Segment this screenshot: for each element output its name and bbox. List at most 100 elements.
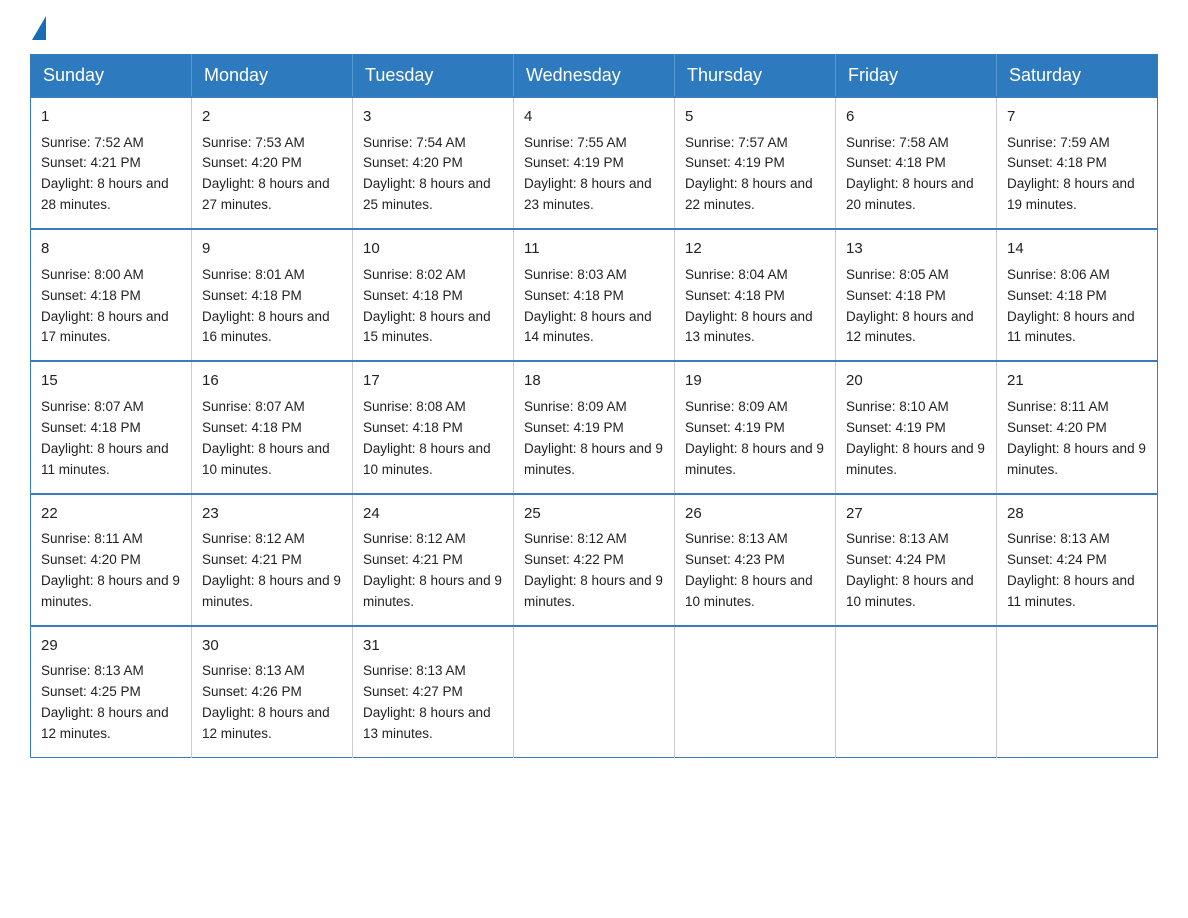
day-number: 23	[202, 503, 342, 526]
calendar-cell: 29 Sunrise: 8:13 AMSunset: 4:25 PMDayligh…	[31, 626, 192, 758]
day-info: Sunrise: 8:03 AMSunset: 4:18 PMDaylight:…	[524, 265, 664, 349]
calendar-cell: 13 Sunrise: 8:05 AMSunset: 4:18 PMDayligh…	[836, 229, 997, 361]
day-info: Sunrise: 7:59 AMSunset: 4:18 PMDaylight:…	[1007, 133, 1147, 217]
day-number: 2	[202, 106, 342, 129]
day-number: 31	[363, 635, 503, 658]
calendar-cell: 1 Sunrise: 7:52 AMSunset: 4:21 PMDaylight…	[31, 97, 192, 229]
day-info: Sunrise: 8:07 AMSunset: 4:18 PMDaylight:…	[41, 397, 181, 481]
day-info: Sunrise: 8:12 AMSunset: 4:22 PMDaylight:…	[524, 529, 664, 613]
day-info: Sunrise: 8:12 AMSunset: 4:21 PMDaylight:…	[202, 529, 342, 613]
calendar-week-row: 1 Sunrise: 7:52 AMSunset: 4:21 PMDaylight…	[31, 97, 1158, 229]
day-info: Sunrise: 8:02 AMSunset: 4:18 PMDaylight:…	[363, 265, 503, 349]
day-info: Sunrise: 8:11 AMSunset: 4:20 PMDaylight:…	[1007, 397, 1147, 481]
calendar-cell: 27 Sunrise: 8:13 AMSunset: 4:24 PMDayligh…	[836, 494, 997, 626]
day-info: Sunrise: 8:13 AMSunset: 4:24 PMDaylight:…	[846, 529, 986, 613]
calendar-week-row: 15 Sunrise: 8:07 AMSunset: 4:18 PMDayligh…	[31, 361, 1158, 493]
calendar-cell: 30Sunrise: 8:13 AMSunset: 4:26 PMDayligh…	[192, 626, 353, 758]
day-number: 3	[363, 106, 503, 129]
calendar-cell: 7 Sunrise: 7:59 AMSunset: 4:18 PMDaylight…	[997, 97, 1158, 229]
calendar-cell: 26 Sunrise: 8:13 AMSunset: 4:23 PMDayligh…	[675, 494, 836, 626]
weekday-header-sunday: Sunday	[31, 55, 192, 98]
day-number: 19	[685, 370, 825, 393]
day-info: Sunrise: 7:54 AMSunset: 4:20 PMDaylight:…	[363, 133, 503, 217]
day-info: Sunrise: 8:05 AMSunset: 4:18 PMDaylight:…	[846, 265, 986, 349]
day-number: 15	[41, 370, 181, 393]
day-number: 28	[1007, 503, 1147, 526]
day-number: 20	[846, 370, 986, 393]
calendar-cell: 28 Sunrise: 8:13 AMSunset: 4:24 PMDayligh…	[997, 494, 1158, 626]
weekday-header-thursday: Thursday	[675, 55, 836, 98]
day-number: 18	[524, 370, 664, 393]
day-info: Sunrise: 8:13 AMSunset: 4:24 PMDaylight:…	[1007, 529, 1147, 613]
weekday-header-wednesday: Wednesday	[514, 55, 675, 98]
calendar-cell: 3 Sunrise: 7:54 AMSunset: 4:20 PMDaylight…	[353, 97, 514, 229]
day-number: 1	[41, 106, 181, 129]
calendar-cell: 4 Sunrise: 7:55 AMSunset: 4:19 PMDaylight…	[514, 97, 675, 229]
calendar-cell: 31 Sunrise: 8:13 AMSunset: 4:27 PMDayligh…	[353, 626, 514, 758]
calendar-cell: 21 Sunrise: 8:11 AMSunset: 4:20 PMDayligh…	[997, 361, 1158, 493]
day-number: 27	[846, 503, 986, 526]
day-number: 22	[41, 503, 181, 526]
calendar-cell: 8 Sunrise: 8:00 AMSunset: 4:18 PMDaylight…	[31, 229, 192, 361]
day-info: Sunrise: 8:11 AMSunset: 4:20 PMDaylight:…	[41, 529, 181, 613]
day-number: 16	[202, 370, 342, 393]
calendar-week-row: 29 Sunrise: 8:13 AMSunset: 4:25 PMDayligh…	[31, 626, 1158, 758]
calendar-cell: 20 Sunrise: 8:10 AMSunset: 4:19 PMDayligh…	[836, 361, 997, 493]
calendar-cell: 24 Sunrise: 8:12 AMSunset: 4:21 PMDayligh…	[353, 494, 514, 626]
calendar-header-row: SundayMondayTuesdayWednesdayThursdayFrid…	[31, 55, 1158, 98]
day-number: 29	[41, 635, 181, 658]
day-info: Sunrise: 7:52 AMSunset: 4:21 PMDaylight:…	[41, 133, 181, 217]
day-number: 26	[685, 503, 825, 526]
day-number: 11	[524, 238, 664, 261]
day-number: 4	[524, 106, 664, 129]
day-info: Sunrise: 8:07 AMSunset: 4:18 PMDaylight:…	[202, 397, 342, 481]
logo	[30, 20, 46, 34]
calendar-cell: 17 Sunrise: 8:08 AMSunset: 4:18 PMDayligh…	[353, 361, 514, 493]
day-info: Sunrise: 7:57 AMSunset: 4:19 PMDaylight:…	[685, 133, 825, 217]
day-info: Sunrise: 8:04 AMSunset: 4:18 PMDaylight:…	[685, 265, 825, 349]
day-number: 25	[524, 503, 664, 526]
calendar-cell	[514, 626, 675, 758]
day-info: Sunrise: 8:12 AMSunset: 4:21 PMDaylight:…	[363, 529, 503, 613]
day-number: 21	[1007, 370, 1147, 393]
calendar-cell: 18Sunrise: 8:09 AMSunset: 4:19 PMDayligh…	[514, 361, 675, 493]
page-header	[30, 20, 1158, 34]
calendar-cell: 25 Sunrise: 8:12 AMSunset: 4:22 PMDayligh…	[514, 494, 675, 626]
weekday-header-tuesday: Tuesday	[353, 55, 514, 98]
day-number: 14	[1007, 238, 1147, 261]
day-number: 24	[363, 503, 503, 526]
day-info: Sunrise: 8:01 AMSunset: 4:18 PMDaylight:…	[202, 265, 342, 349]
day-number: 8	[41, 238, 181, 261]
day-number: 12	[685, 238, 825, 261]
day-info: Sunrise: 8:13 AMSunset: 4:23 PMDaylight:…	[685, 529, 825, 613]
calendar-week-row: 8 Sunrise: 8:00 AMSunset: 4:18 PMDaylight…	[31, 229, 1158, 361]
calendar-cell	[836, 626, 997, 758]
day-info: Sunrise: 7:55 AMSunset: 4:19 PMDaylight:…	[524, 133, 664, 217]
day-number: 9	[202, 238, 342, 261]
day-number: 7	[1007, 106, 1147, 129]
calendar-cell: 16 Sunrise: 8:07 AMSunset: 4:18 PMDayligh…	[192, 361, 353, 493]
day-number: 6	[846, 106, 986, 129]
day-info: Sunrise: 8:10 AMSunset: 4:19 PMDaylight:…	[846, 397, 986, 481]
day-number: 30	[202, 635, 342, 658]
logo-triangle-icon	[32, 16, 46, 40]
day-info: Sunrise: 8:00 AMSunset: 4:18 PMDaylight:…	[41, 265, 181, 349]
day-info: Sunrise: 8:08 AMSunset: 4:18 PMDaylight:…	[363, 397, 503, 481]
calendar-cell: 11 Sunrise: 8:03 AMSunset: 4:18 PMDayligh…	[514, 229, 675, 361]
weekday-header-saturday: Saturday	[997, 55, 1158, 98]
calendar-cell: 2Sunrise: 7:53 AMSunset: 4:20 PMDaylight…	[192, 97, 353, 229]
day-info: Sunrise: 8:09 AMSunset: 4:19 PMDaylight:…	[685, 397, 825, 481]
calendar-cell: 19 Sunrise: 8:09 AMSunset: 4:19 PMDayligh…	[675, 361, 836, 493]
calendar-table: SundayMondayTuesdayWednesdayThursdayFrid…	[30, 54, 1158, 758]
calendar-cell: 5Sunrise: 7:57 AMSunset: 4:19 PMDaylight…	[675, 97, 836, 229]
calendar-cell: 9 Sunrise: 8:01 AMSunset: 4:18 PMDaylight…	[192, 229, 353, 361]
day-info: Sunrise: 7:58 AMSunset: 4:18 PMDaylight:…	[846, 133, 986, 217]
day-info: Sunrise: 8:13 AMSunset: 4:27 PMDaylight:…	[363, 661, 503, 745]
day-number: 13	[846, 238, 986, 261]
calendar-cell: 23 Sunrise: 8:12 AMSunset: 4:21 PMDayligh…	[192, 494, 353, 626]
day-info: Sunrise: 8:13 AMSunset: 4:25 PMDaylight:…	[41, 661, 181, 745]
day-number: 17	[363, 370, 503, 393]
calendar-cell: 10Sunrise: 8:02 AMSunset: 4:18 PMDayligh…	[353, 229, 514, 361]
calendar-cell: 22 Sunrise: 8:11 AMSunset: 4:20 PMDayligh…	[31, 494, 192, 626]
calendar-cell: 6 Sunrise: 7:58 AMSunset: 4:18 PMDaylight…	[836, 97, 997, 229]
